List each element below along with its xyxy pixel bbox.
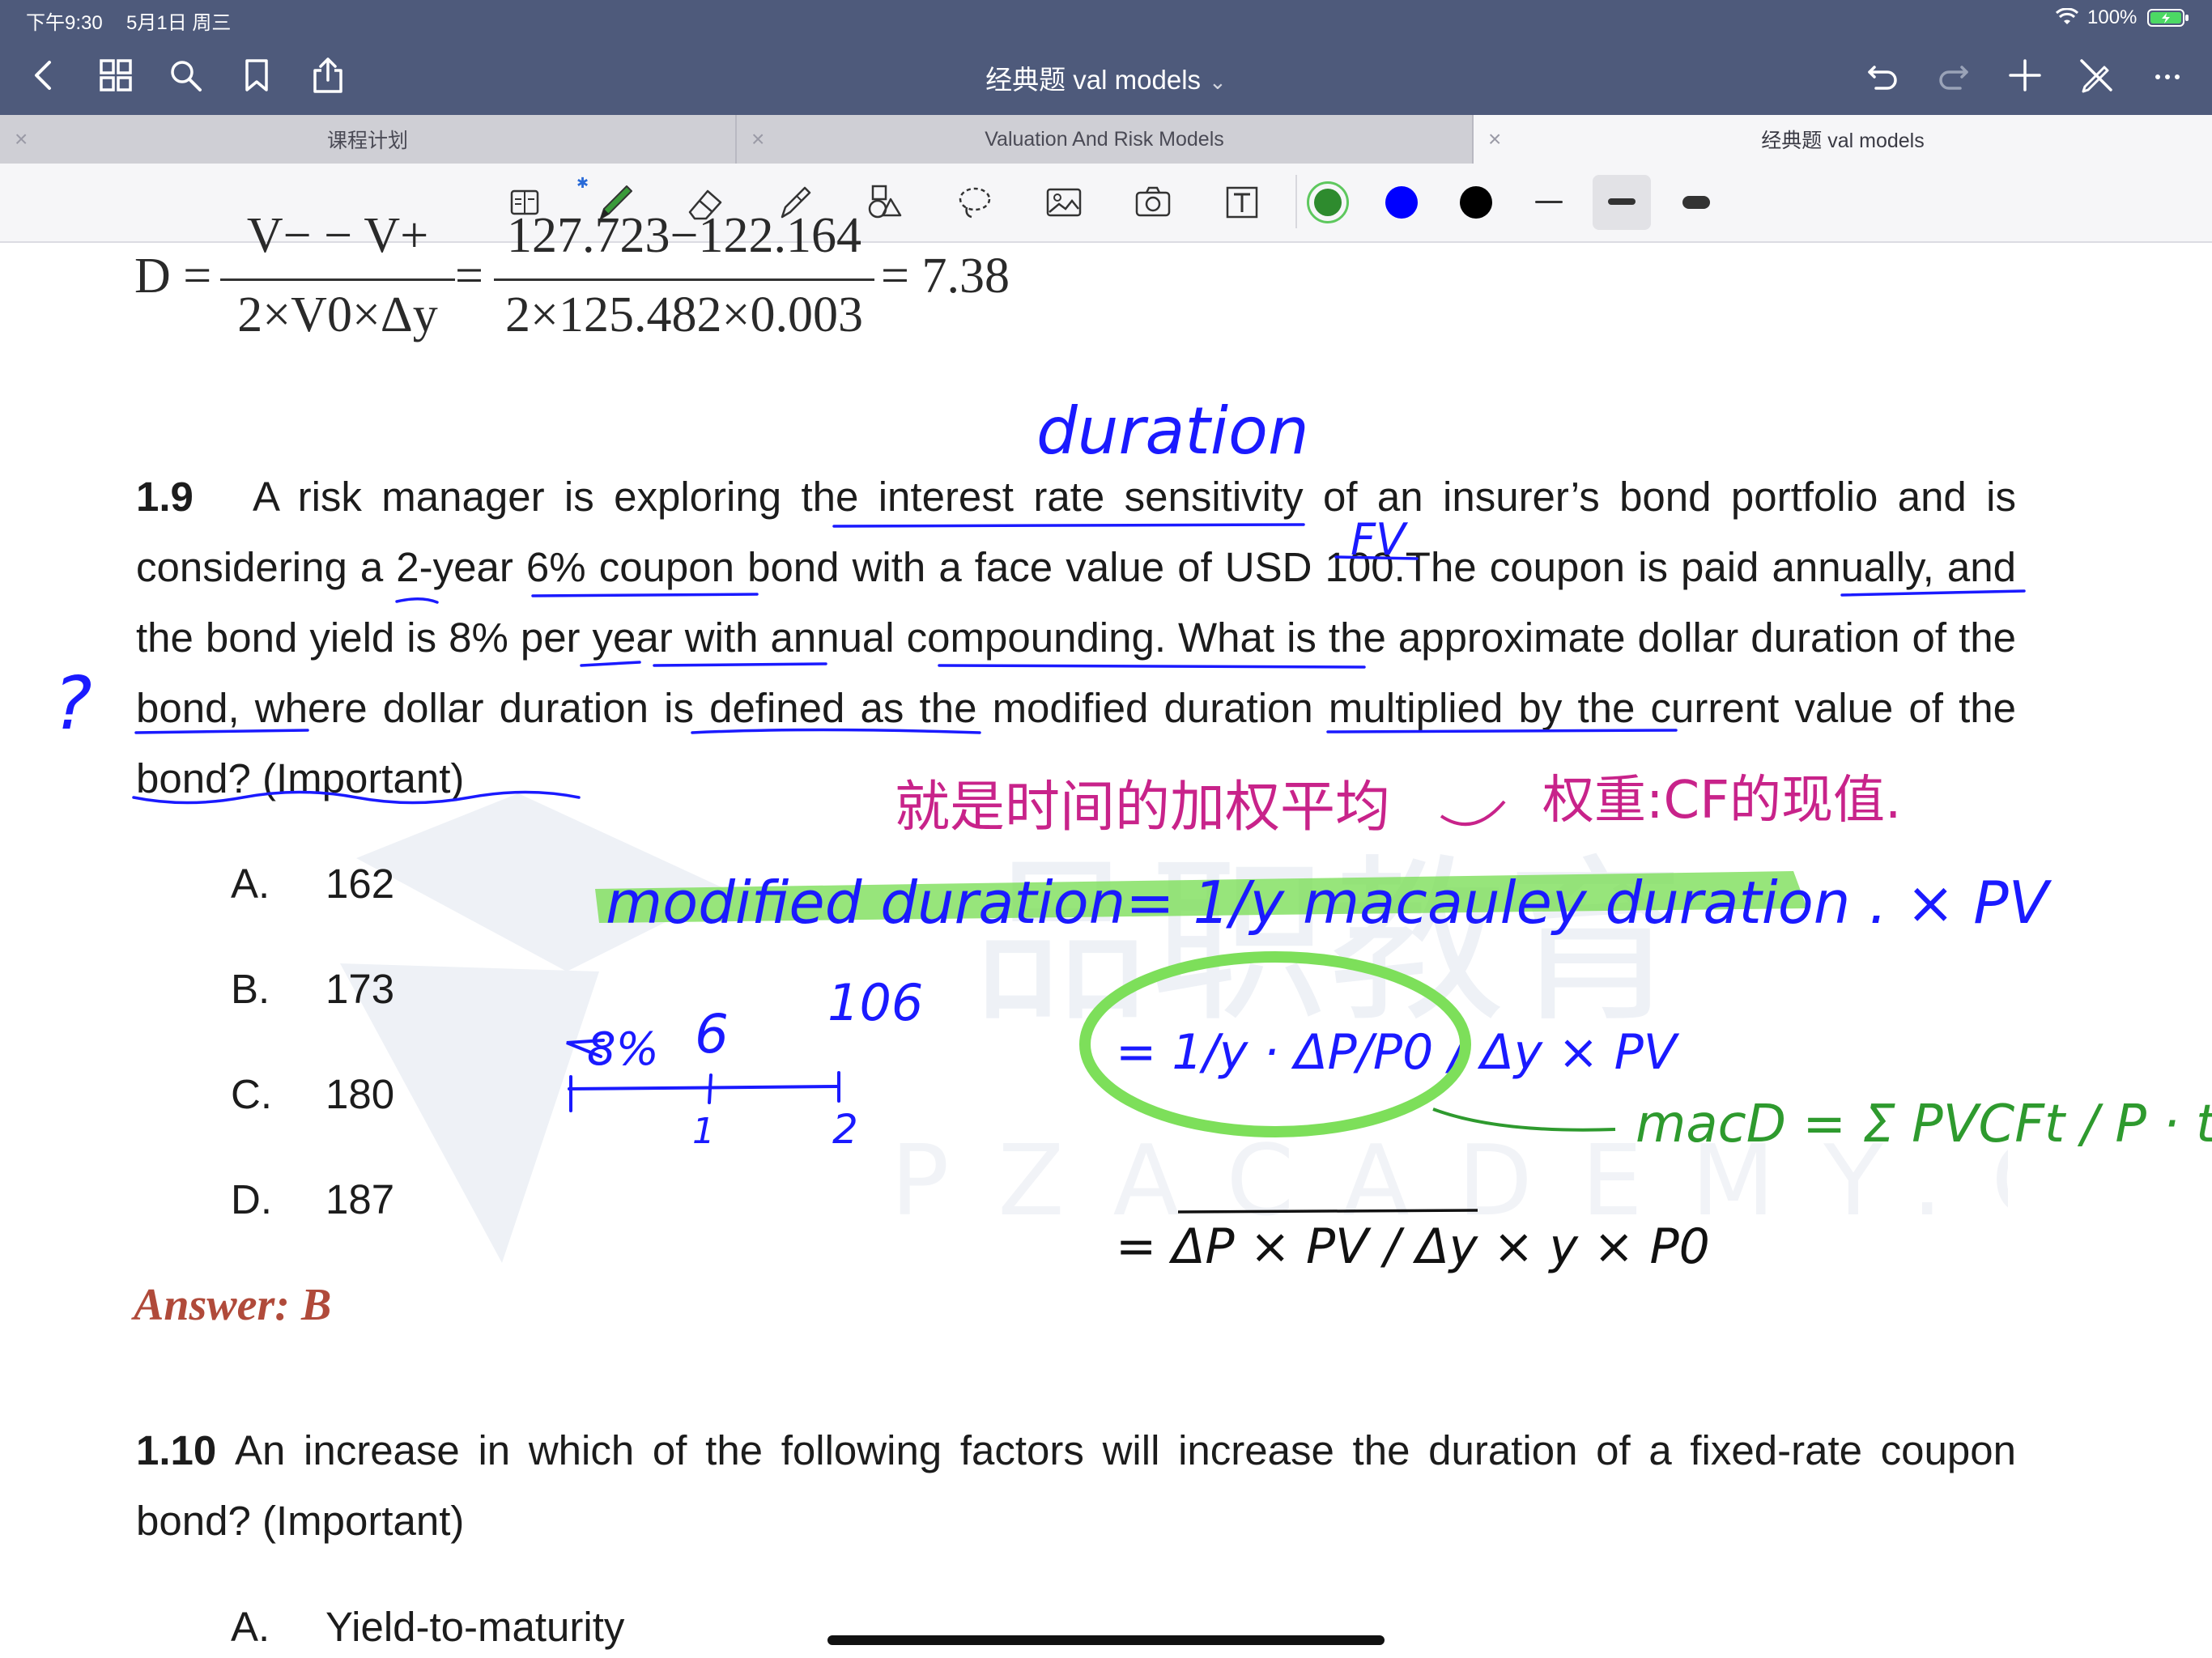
stroke-thick[interactable] [1682, 196, 1710, 209]
share-icon[interactable] [306, 53, 350, 97]
option-value: 187 [325, 1176, 395, 1222]
tab-label: 课程计划 [326, 130, 408, 152]
question-1-10: 1.10 An increase in which of the followi… [136, 1415, 2016, 1556]
chevron-down-icon[interactable]: ⌄ [1209, 70, 1227, 94]
undo-icon[interactable] [1861, 53, 1904, 97]
color-black[interactable] [1460, 186, 1492, 219]
status-time: 下午9:30 [26, 12, 103, 34]
stroke-thin[interactable] [1535, 201, 1563, 203]
app-header: 下午9:30 5月1日 周三 100% 经典题 val models ⌄ [0, 0, 2212, 115]
option-value: 180 [325, 1071, 395, 1117]
option-letter: A. [231, 1604, 270, 1650]
home-indicator[interactable] [827, 1635, 1385, 1645]
battery-icon [2147, 8, 2189, 28]
formula-result: = 7.38 [881, 249, 1010, 304]
question-text: An increase in which of the following fa… [136, 1427, 2016, 1544]
option-value: 162 [325, 861, 395, 907]
redo-icon[interactable] [1932, 53, 1976, 97]
camera-icon[interactable] [1127, 176, 1179, 228]
answer-label: Answer: B [134, 1280, 332, 1330]
close-icon[interactable]: × [751, 126, 764, 152]
option-letter: B. [231, 966, 270, 1012]
search-icon[interactable] [164, 53, 207, 97]
watermark-logo: 品职教育 PZACADEMY.COM [340, 793, 2008, 1263]
formula-lhs: D = [134, 249, 212, 304]
bluetooth-icon: ✱ [576, 175, 589, 191]
more-icon[interactable] [2146, 53, 2189, 97]
svg-text:PZACADEMY.COM: PZACADEMY.COM [891, 1125, 2008, 1238]
close-icon[interactable]: × [1488, 126, 1501, 152]
text-icon[interactable] [1216, 176, 1268, 228]
option-letter: D. [231, 1176, 272, 1222]
back-icon[interactable] [23, 53, 66, 97]
bookmark-icon[interactable] [235, 53, 279, 97]
tab-valuation-risk-models[interactable]: × Valuation And Risk Models [737, 115, 1474, 164]
image-icon[interactable] [1038, 176, 1090, 228]
option-letter: A. [231, 861, 270, 907]
formula-frac2-top: 127.723−122.164 [507, 208, 861, 263]
fraction-bar [220, 278, 455, 281]
close-icon[interactable]: × [15, 126, 28, 152]
color-green-selected[interactable] [1307, 181, 1349, 223]
color-blue[interactable] [1385, 186, 1418, 219]
add-icon[interactable] [2003, 53, 2047, 97]
document-title[interactable]: 经典题 val models ⌄ [810, 58, 1402, 97]
pen-off-icon[interactable] [2074, 53, 2118, 97]
tab-label: Valuation And Risk Models [985, 127, 1224, 151]
svg-text:品职教育: 品职教育 [972, 839, 1684, 1046]
question-text: A risk manager is exploring the interest… [136, 474, 2016, 801]
color-swatch [1314, 189, 1342, 216]
tab-course-plan[interactable]: × 课程计划 [0, 115, 737, 164]
option-value: 173 [325, 966, 395, 1012]
toolbar-divider [1295, 175, 1297, 228]
option-value: Yield-to-maturity [325, 1604, 625, 1650]
fraction-bar [494, 278, 874, 281]
question-number: 1.9 [136, 474, 194, 520]
tab-label: 经典题 val models [1761, 130, 1925, 152]
tab-bar: × 课程计划 × Valuation And Risk Models × 经典题… [0, 115, 2212, 164]
stroke-medium-selected[interactable] [1593, 175, 1651, 230]
grid-icon[interactable] [94, 53, 138, 97]
question-number: 1.10 [136, 1427, 217, 1473]
option-letter: C. [231, 1071, 272, 1117]
formula-frac1-bottom: 2×V0×Δy [237, 287, 438, 342]
formula-frac1-top: V− − V+ [246, 208, 429, 263]
wifi-icon [2055, 7, 2079, 26]
battery-percent: 100% [2087, 6, 2138, 28]
lasso-icon[interactable] [949, 176, 1001, 228]
tab-classic-val-models[interactable]: × 经典题 val models [1474, 115, 2212, 164]
formula-frac2-bottom: 2×125.482×0.003 [505, 287, 863, 342]
document-page: 品职教育 PZACADEMY.COM D = V− − V+ 2×V0×Δy =… [0, 208, 2212, 1658]
question-1-9: 1.9 A risk manager is exploring the inte… [136, 461, 2016, 814]
status-date: 5月1日 周三 [126, 12, 232, 34]
formula-equals: = [455, 249, 483, 304]
